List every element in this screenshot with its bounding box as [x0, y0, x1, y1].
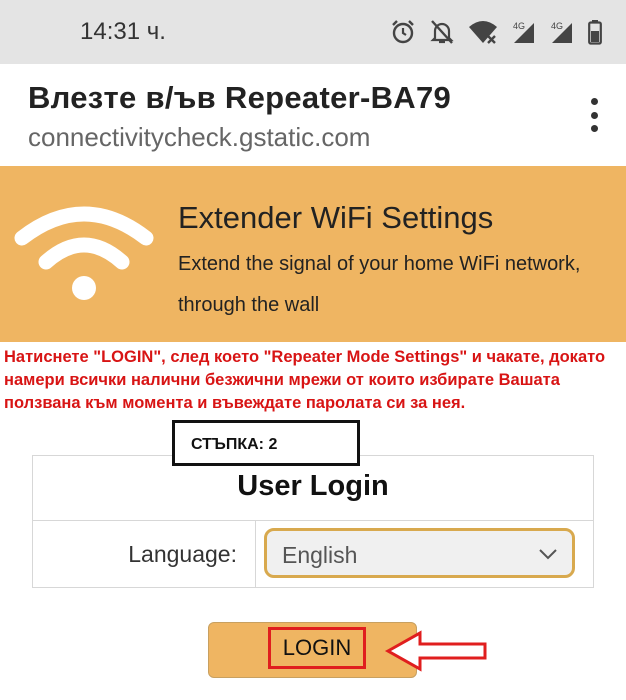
language-select[interactable]: English — [264, 528, 575, 578]
step-annotation: СТЪПКА: 2 — [172, 420, 360, 466]
instruction-text: Натиснете "LOGIN", след което "Repeater … — [4, 348, 606, 412]
battery-icon — [588, 19, 602, 45]
portal-title: Влезте в/ъв Repeater-BA79 — [28, 80, 452, 115]
svg-text:4G: 4G — [513, 21, 525, 31]
wifi-icon — [14, 206, 154, 300]
captive-portal-header: Влезте в/ъв Repeater-BA79 connectivitych… — [0, 64, 626, 164]
status-icons: 4G 4G — [390, 16, 602, 48]
table-divider — [255, 520, 256, 587]
alarm-icon — [390, 19, 416, 45]
banner-subtitle-line2: through the wall — [178, 294, 320, 316]
more-vert-icon[interactable] — [588, 98, 600, 132]
4g-signal-icon: 4G — [512, 19, 536, 45]
4g-signal-icon: 4G — [550, 19, 574, 45]
language-label: Language: — [128, 541, 237, 567]
extender-banner: Extender WiFi Settings Extend the signal… — [0, 166, 626, 342]
step-label: СТЪПКА: 2 — [191, 436, 278, 453]
svg-text:4G: 4G — [551, 21, 563, 31]
status-bar: 14:31 ч. 4G 4G — [0, 0, 626, 64]
login-heading: User Login — [237, 470, 389, 502]
notifications-off-icon — [430, 19, 454, 45]
chevron-down-icon — [539, 549, 557, 560]
status-time: 14:31 ч. — [80, 18, 166, 45]
banner-subtitle-line1: Extend the signal of your home WiFi netw… — [178, 253, 581, 275]
language-select-value: English — [282, 542, 358, 568]
arrow-left-icon — [384, 630, 487, 672]
wifi-off-icon — [468, 19, 498, 45]
login-button-label[interactable]: LOGIN — [268, 627, 366, 669]
portal-url: connectivitycheck.gstatic.com — [28, 122, 371, 152]
banner-title: Extender WiFi Settings — [178, 200, 494, 235]
